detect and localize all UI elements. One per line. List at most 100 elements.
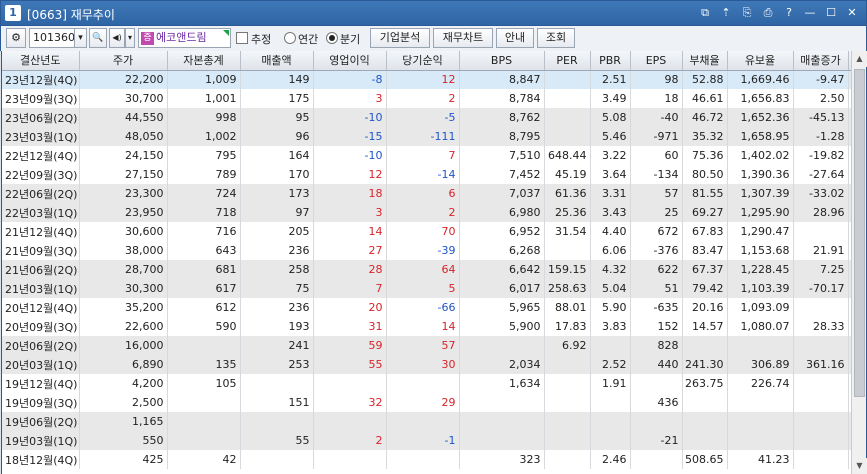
column-header[interactable]: 매출증가 [793,51,849,71]
table-cell: 38,000 [79,241,168,260]
table-cell: 51 [630,279,683,298]
table-body: 23년12월(4Q) 22,200 1,009 149 -8 12 8,847 2.51 98 5… [2,70,851,469]
table-row[interactable]: 20년12월(4Q) 35,200 612 236 20 -66 5,965 88.01 5.9… [2,298,851,317]
table-cell: 2.46 [590,450,631,469]
table-row[interactable]: 21년03월(1Q) 30,300 617 75 7 5 6,017 258.63 5.04 51… [2,279,851,298]
vertical-scrollbar[interactable]: ▲ ▼ [851,51,867,474]
column-header[interactable]: EPS [630,51,683,71]
table-cell: 23,300 [79,184,168,203]
financial-chart-button[interactable]: 재무차트 [433,28,493,48]
table-row[interactable]: 23년12월(4Q) 22,200 1,009 149 -8 12 8,847 2.51 98 5… [2,70,851,89]
search-query-button[interactable]: 조회 [537,28,575,48]
table-cell [240,374,314,393]
table-row[interactable]: 20년03월(1Q) 6,890 135 253 55 30 2,034 2.52 440 241… [2,355,851,374]
table-cell: 3 [313,89,387,108]
table-cell: -19.82 [793,146,849,165]
table-cell: 23,950 [79,203,168,222]
table-row[interactable]: 23년09월(3Q) 30,700 1,001 175 3 2 8,784 3.49 18 46.… [2,89,851,108]
guide-button[interactable]: 안내 [496,28,534,48]
company-analysis-button[interactable]: 기업분석 [370,28,430,48]
table-cell [167,336,241,355]
screen-capture-icon[interactable]: ⎘ [739,5,755,21]
window-link-icon[interactable]: ⧉ [697,5,713,21]
speaker-icon[interactable]: ◀) [109,28,125,48]
code-dropdown-icon[interactable]: ▾ [74,28,87,48]
close-icon[interactable]: ✕ [844,5,860,21]
maximize-icon[interactable]: ☐ [823,5,839,21]
table-row[interactable]: 23년06월(2Q) 44,550 998 95 -10 -5 8,762 5.08 -40 46… [2,108,851,127]
table-cell: 17.83 [544,317,591,336]
stock-code-input[interactable]: 101360 [29,28,75,48]
table-cell: 1,652.36 [727,108,794,127]
scroll-down-icon[interactable]: ▼ [852,458,867,474]
column-header[interactable]: 자본총계 [167,51,241,71]
table-row[interactable]: 19년06월(2Q) 1,165 [2,412,851,431]
table-cell: 46.72 [682,108,728,127]
table-cell: 5.08 [590,108,631,127]
table-cell: 88.01 [544,298,591,317]
column-header[interactable]: 매출액 [240,51,314,71]
table-row[interactable]: 18년12월(4Q) 425 42 323 2.46 508.65 41.23 [2,450,851,469]
table-cell: 20년09월(3Q) [2,317,80,336]
table-cell: -14 [386,165,460,184]
table-cell: 135 [167,355,241,374]
table-cell: 3.83 [590,317,631,336]
table-row[interactable]: 19년03월(1Q)550552-1-213.12 [2,431,851,450]
column-header[interactable]: 유보율 [727,51,794,71]
table-row[interactable]: 22년12월(4Q) 24,150 795 164 -10 7 7,510 648.44 3.2… [2,146,851,165]
table-cell: 2.51 [590,70,631,89]
table-cell: 12 [386,70,460,89]
table-row[interactable]: 22년03월(1Q) 23,950 718 97 3 2 6,980 25.36 3.43 25 6… [2,203,851,222]
table-cell: 5 [386,279,460,298]
column-header[interactable]: 부채율 [682,51,728,71]
table-cell [727,412,794,431]
table-cell [386,450,460,469]
table-row[interactable]: 19년09월(3Q)2,500151322943621.23 [2,393,851,412]
table-row[interactable]: 21년12월(4Q) 30,600 716 205 14 70 6,952 31.54 4.40… [2,222,851,241]
table-cell: 643 [167,241,241,260]
table-row[interactable]: 23년03월(1Q) 48,050 1,002 96 -15 -111 8,795 5.46-… [2,127,851,146]
column-header[interactable]: 결산년도 [2,51,80,71]
column-header[interactable]: PBR [590,51,631,71]
print-icon[interactable]: ⎙ [760,5,776,21]
table-row[interactable]: 20년06월(2Q)16,00024159576.9282824.28 [2,336,851,355]
table-row[interactable]: 22년06월(2Q) 23,300 724 173 18 6 7,037 61.36 3.31 5… [2,184,851,203]
table-cell: 170 [240,165,314,184]
scroll-thumb[interactable] [854,69,865,397]
table-cell: 2 [386,203,460,222]
table-cell: 21.91 [793,241,849,260]
column-header[interactable]: BPS [459,51,545,71]
estimate-checkbox[interactable] [236,32,248,44]
stock-name-field[interactable]: 증 에코앤드림 [138,28,231,48]
help-icon[interactable]: ? [781,5,797,21]
table-cell: -27.64 [793,165,849,184]
table-cell: 32 [313,393,387,412]
table-row[interactable]: 21년06월(2Q) 28,700 681 258 28 64 6,642 159.15 4.3… [2,260,851,279]
table-cell: 12 [313,165,387,184]
table-cell: 44,550 [79,108,168,127]
settings-icon[interactable]: ⚙ [6,28,26,48]
table-cell: 1,656.83 [727,89,794,108]
table-cell: -8 [313,70,387,89]
table-cell: 75 [240,279,314,298]
annual-radio-label: 연간 [298,33,319,46]
column-header[interactable]: 당기순익 [386,51,460,71]
column-header[interactable]: 영업이익 [313,51,387,71]
annual-radio[interactable] [284,32,296,44]
quarterly-radio[interactable] [326,32,338,44]
table-row[interactable]: 20년09월(3Q) 22,600 590 193 31 14 5,900 17.83 3.83… [2,317,851,336]
scroll-up-icon[interactable]: ▲ [852,51,867,67]
table-row[interactable]: 22년09월(3Q) 27,150 789 170 12 -14 7,452 45.19 3.6… [2,165,851,184]
search-icon[interactable]: 🔍 [89,28,107,48]
table-cell: 1,634 [459,374,545,393]
table-cell [590,412,631,431]
speaker-dropdown-icon[interactable]: ▾ [125,28,135,48]
table-cell: 21년03월(1Q) [2,279,80,298]
table-cell: 2,500 [79,393,168,412]
column-header[interactable]: PER [544,51,591,71]
table-row[interactable]: 19년12월(4Q) 4,200 105 1,634 1.91 263.75 226.74 [2,374,851,393]
minimize-icon[interactable]: — [802,5,818,21]
table-row[interactable]: 21년09월(3Q) 38,000 643 236 27 -39 6,268 6.06 -376… [2,241,851,260]
column-header[interactable]: 주가 [79,51,168,71]
pin-up-icon[interactable]: ⇡ [718,5,734,21]
